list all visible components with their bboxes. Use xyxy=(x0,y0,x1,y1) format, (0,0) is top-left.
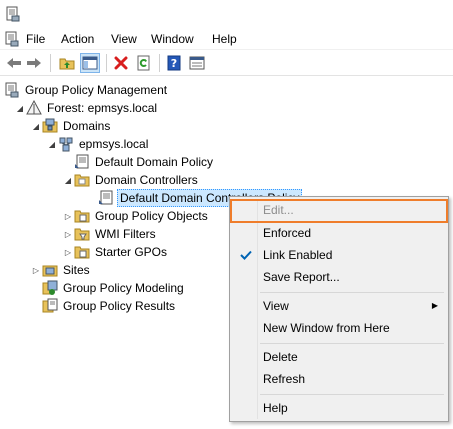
tree-label: epmsys.local xyxy=(79,137,149,151)
collapsed-icon[interactable]: ▷ xyxy=(62,225,74,243)
gpmc-app-icon[interactable] xyxy=(6,6,20,22)
svg-text:?: ? xyxy=(171,57,177,70)
menu-item-refresh[interactable]: Refresh xyxy=(232,368,446,390)
domain-icon xyxy=(58,136,74,152)
tree-label: Domains xyxy=(63,119,111,133)
tree-label: WMI Filters xyxy=(95,227,156,241)
menu-separator xyxy=(260,343,444,344)
tree-node-default-domain-policy[interactable]: Default Domain Policy xyxy=(74,153,215,171)
show-hide-tree-icon[interactable] xyxy=(80,53,100,73)
refresh-icon[interactable] xyxy=(134,53,154,73)
sites-icon xyxy=(42,262,58,278)
gpo-link-icon xyxy=(98,190,114,206)
tree-node-domains[interactable]: ◢ Domains xyxy=(30,117,112,135)
results-icon xyxy=(42,298,58,314)
tree-label: Default Domain Policy xyxy=(95,155,214,169)
menu-item-link-enabled[interactable]: Link Enabled xyxy=(232,244,446,266)
gpo-folder-icon xyxy=(74,208,90,224)
tree-label: Group Policy Management xyxy=(25,83,168,97)
tree-label: Domain Controllers xyxy=(95,173,198,187)
menu-view[interactable]: View xyxy=(111,31,137,47)
tree-label: Forest: epmsys.local xyxy=(47,101,158,115)
tree-node-gp-modeling[interactable]: Group Policy Modeling xyxy=(42,279,186,297)
domains-icon xyxy=(42,118,58,134)
expanded-icon[interactable]: ◢ xyxy=(62,171,74,189)
tree-node-wmi-filters[interactable]: ▷ WMI Filters xyxy=(62,225,158,243)
tree-node-group-policy-objects[interactable]: ▷ Group Policy Objects xyxy=(62,207,210,225)
toolbar-separator xyxy=(159,54,160,72)
toolbar-separator xyxy=(50,54,51,72)
menu-item-label: View xyxy=(263,299,289,313)
tree-label: Starter GPOs xyxy=(95,245,168,259)
tree-node-starter-gpos[interactable]: ▷ Starter GPOs xyxy=(62,243,169,261)
menu-item-help[interactable]: Help xyxy=(232,397,446,419)
context-menu: Edit... Enforced Link Enabled Save Repor… xyxy=(229,196,449,422)
ou-folder-icon xyxy=(74,172,90,188)
menu-separator xyxy=(260,292,444,293)
tree-node-gp-results[interactable]: Group Policy Results xyxy=(42,297,177,315)
gpm-icon xyxy=(4,82,20,98)
expanded-icon[interactable]: ◢ xyxy=(30,117,42,135)
menu-item-new-window[interactable]: New Window from Here xyxy=(232,317,446,339)
tree-node-forest[interactable]: ◢ Forest: epmsys.local xyxy=(14,99,159,117)
help-icon[interactable]: ? xyxy=(164,53,184,73)
expanded-icon[interactable]: ◢ xyxy=(14,99,26,117)
menu-bar: File Action View Window Help xyxy=(0,28,453,50)
menu-separator xyxy=(260,394,444,395)
menu-item-label: Refresh xyxy=(263,372,306,386)
menu-item-enforced[interactable]: Enforced xyxy=(232,222,446,244)
tree-label: Group Policy Results xyxy=(63,299,176,313)
menu-item-label: Link Enabled xyxy=(263,248,333,262)
menu-item-label: Help xyxy=(263,401,288,415)
starter-gpo-folder-icon xyxy=(74,244,90,260)
toolbar: ? xyxy=(0,50,453,76)
tree-label: Group Policy Objects xyxy=(95,209,208,223)
toolbar-separator xyxy=(106,54,107,72)
gpmc-system-menu-icon[interactable] xyxy=(4,31,20,47)
collapsed-icon[interactable]: ▷ xyxy=(62,243,74,261)
tree-label: Sites xyxy=(63,263,90,277)
properties-icon[interactable] xyxy=(187,53,207,73)
forest-icon xyxy=(26,100,42,116)
up-folder-icon[interactable] xyxy=(57,53,77,73)
menu-action[interactable]: Action xyxy=(61,31,94,47)
menu-help[interactable]: Help xyxy=(212,31,237,47)
delete-icon[interactable] xyxy=(111,53,131,73)
tree-node-epmsys-local[interactable]: ◢ epmsys.local xyxy=(46,135,150,153)
menu-item-delete[interactable]: Delete xyxy=(232,346,446,368)
tree-node-domain-controllers[interactable]: ◢ Domain Controllers xyxy=(62,171,200,189)
collapsed-icon[interactable]: ▷ xyxy=(62,207,74,225)
menu-item-save-report[interactable]: Save Report... xyxy=(232,266,446,288)
submenu-arrow-icon: ▶ xyxy=(431,301,438,310)
tree-label: Group Policy Modeling xyxy=(63,281,184,295)
wmi-folder-icon xyxy=(74,226,90,242)
expanded-icon[interactable]: ◢ xyxy=(46,135,58,153)
collapsed-icon[interactable]: ▷ xyxy=(30,261,42,279)
modeling-icon xyxy=(42,280,58,296)
forward-arrow-icon[interactable] xyxy=(24,53,44,73)
menu-file[interactable]: File xyxy=(26,31,45,47)
title-bar xyxy=(0,0,453,28)
menu-item-label: New Window from Here xyxy=(263,321,390,335)
back-arrow-icon[interactable] xyxy=(4,53,24,73)
tree-node-sites[interactable]: ▷ Sites xyxy=(30,261,92,279)
menu-item-label: Delete xyxy=(263,350,298,364)
tree-node-gpm-root[interactable]: Group Policy Management xyxy=(4,81,169,99)
menu-item-view[interactable]: View ▶ xyxy=(232,295,446,317)
menu-item-label: Enforced xyxy=(263,226,312,240)
menu-item-label: Edit... xyxy=(263,203,294,217)
menu-item-edit[interactable]: Edit... xyxy=(230,199,448,223)
gpo-link-icon xyxy=(74,154,90,170)
checkmark-icon xyxy=(238,244,254,266)
menu-item-label: Save Report... xyxy=(263,270,340,284)
menu-window[interactable]: Window xyxy=(151,31,194,47)
